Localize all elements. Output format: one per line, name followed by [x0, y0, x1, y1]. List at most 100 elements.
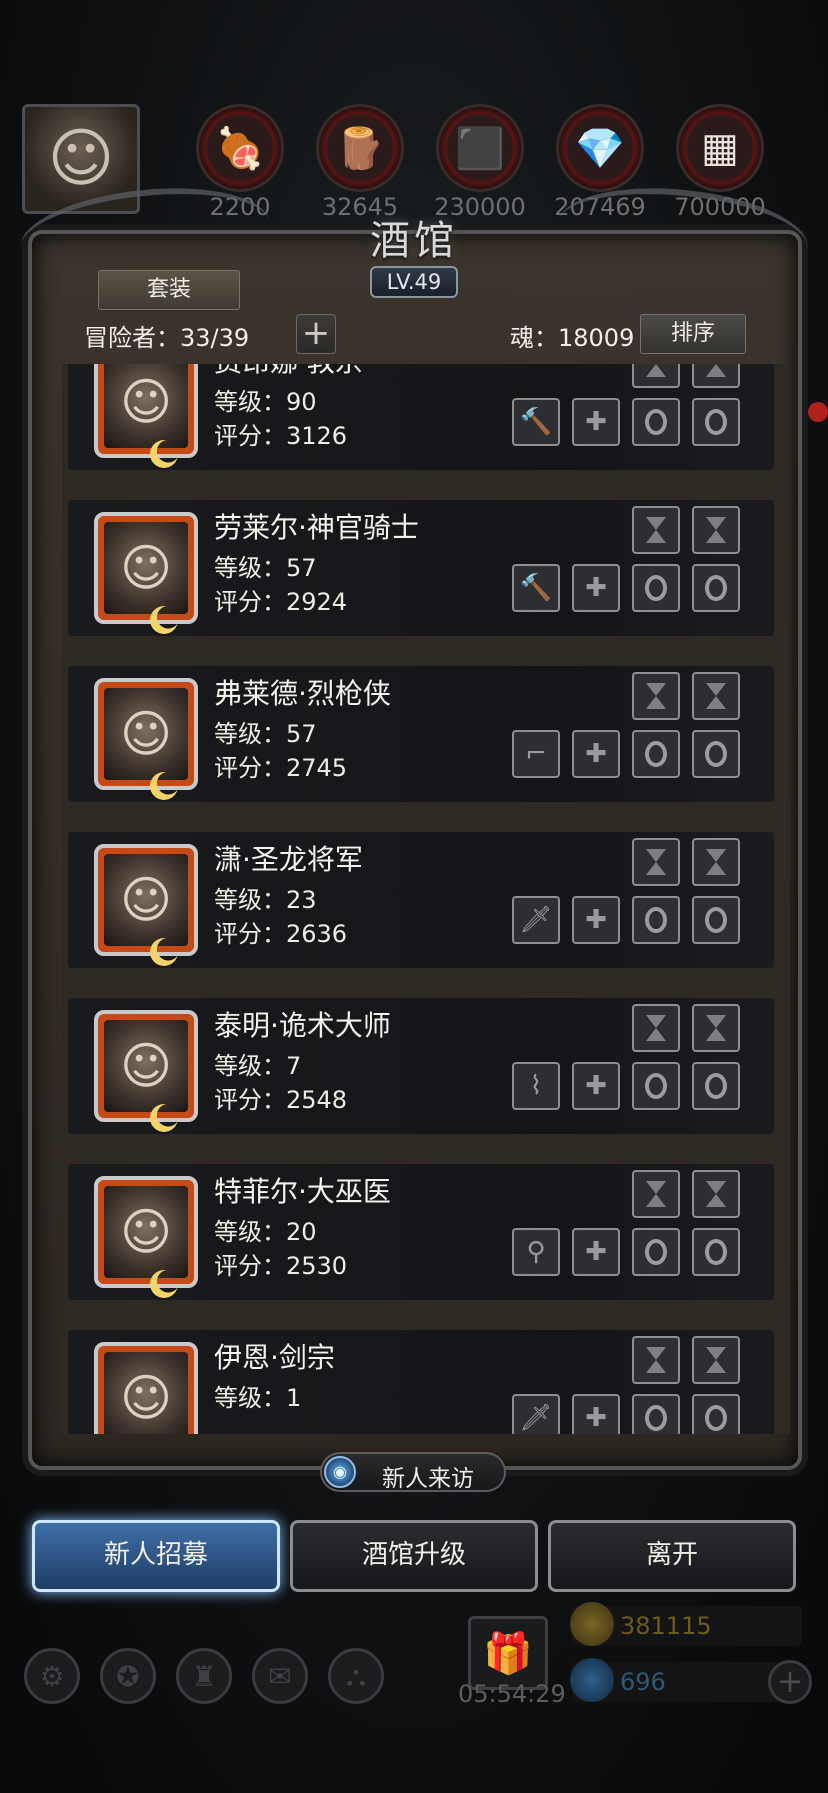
hourglass-slot-icon[interactable]: [692, 364, 740, 388]
hero-name: 潇·圣龙将军: [214, 843, 363, 876]
hero-level: 等级：57: [214, 720, 317, 748]
hourglass-slot-icon[interactable]: [692, 838, 740, 886]
hourglass-slot-icon[interactable]: [692, 506, 740, 554]
newcomer-visit-label: 新人来访: [382, 1466, 474, 1492]
leave-button[interactable]: 离开: [548, 1520, 796, 1592]
ring-slot-icon[interactable]: [692, 1062, 740, 1110]
hero-face-icon: ☺: [104, 522, 188, 614]
ring-slot-icon[interactable]: [632, 564, 680, 612]
sword-icon[interactable]: 🗡: [512, 1394, 560, 1434]
hero-list[interactable]: ☺费昂娜·教宗等级：90评分：3126🔨✚☺劳莱尔·神官骑士等级：57评分：29…: [62, 364, 790, 1434]
crystal-icon: 💎: [556, 104, 644, 192]
adventurer-count: 冒险者：33/39: [84, 324, 250, 352]
soul-counter: 魂：18009: [510, 324, 635, 352]
armor-slot-icon[interactable]: ✚: [572, 896, 620, 944]
hourglass-slot-icon[interactable]: [632, 506, 680, 554]
armor-slot-icon[interactable]: ✚: [572, 398, 620, 446]
hourglass-slot-icon[interactable]: [692, 1170, 740, 1218]
hourglass-slot-icon[interactable]: [692, 672, 740, 720]
hero-portrait[interactable]: ☺: [94, 512, 198, 634]
meat-icon: 🍖: [196, 104, 284, 192]
hammer-icon[interactable]: 🔨: [512, 398, 560, 446]
gem-amount: 696: [620, 1668, 666, 1696]
hero-portrait[interactable]: ☺: [94, 1176, 198, 1298]
ring-slot-icon[interactable]: [692, 730, 740, 778]
hero-face-icon: ☺: [104, 1186, 188, 1278]
sword-icon[interactable]: 🗡: [512, 896, 560, 944]
hero-score: 评分：2924: [214, 588, 348, 616]
upgrade-tavern-button[interactable]: 酒馆升级: [290, 1520, 538, 1592]
hero-face-icon: ☺: [104, 854, 188, 946]
hero-name: 劳莱尔·神官骑士: [214, 511, 419, 544]
hero-row[interactable]: ☺ 伊恩·剑宗 等级：1 🗡 ✚: [68, 1330, 774, 1434]
ring-slot-icon[interactable]: [692, 564, 740, 612]
armor-slot-icon[interactable]: ✚: [572, 564, 620, 612]
ring-slot-icon[interactable]: [692, 398, 740, 446]
ring-slot-icon[interactable]: [692, 1394, 740, 1434]
armor-slot-icon[interactable]: ✚: [572, 1228, 620, 1276]
hero-row[interactable]: ☺ 费昂娜·教宗等级：90 评分：3126 🔨✚: [68, 364, 774, 470]
ring-slot-icon[interactable]: [632, 730, 680, 778]
hero-level: 等级：7: [214, 1052, 302, 1080]
hero-level: 等级：1: [214, 1384, 302, 1412]
hammer-icon[interactable]: 🔨: [512, 564, 560, 612]
gold-display: 381115: [570, 1602, 802, 1646]
hourglass-slot-icon[interactable]: [632, 1004, 680, 1052]
gun-icon[interactable]: ⌐: [512, 730, 560, 778]
hero-level: 等级：90: [214, 388, 317, 416]
recruit-button[interactable]: 新人招募: [32, 1520, 280, 1592]
ring-slot-icon[interactable]: [632, 896, 680, 944]
hero-row[interactable]: ☺ 劳莱尔·神官骑士等级：57 评分：2924 🔨 ✚: [68, 500, 774, 636]
hero-face-icon: ☺: [104, 688, 188, 780]
set-button[interactable]: 套装: [98, 270, 240, 310]
expand-roster-button[interactable]: +: [296, 314, 336, 354]
hero-row[interactable]: ☺ 泰明·诡术大师 等级：7 评分：2548 ⌇ ✚: [68, 998, 774, 1134]
ring-slot-icon[interactable]: [692, 896, 740, 944]
tavern-level-badge: LV.49: [370, 266, 458, 298]
mail-icon: ✉: [252, 1648, 308, 1704]
hourglass-slot-icon[interactable]: [632, 672, 680, 720]
hero-portrait[interactable]: ☺: [94, 1342, 198, 1434]
castle-icon: ♜: [176, 1648, 232, 1704]
hero-portrait[interactable]: ☺: [94, 678, 198, 800]
armor-slot-icon[interactable]: ✚: [572, 730, 620, 778]
steel-icon: ▦: [676, 104, 764, 192]
armor-slot-icon[interactable]: ✚: [572, 1394, 620, 1434]
hourglass-slot-icon[interactable]: [632, 838, 680, 886]
ring-slot-icon[interactable]: [632, 398, 680, 446]
gem-icon: [570, 1658, 614, 1702]
armor-slot-icon[interactable]: ✚: [572, 1062, 620, 1110]
hourglass-slot-icon[interactable]: [632, 364, 680, 388]
ring-slot-icon[interactable]: [692, 1228, 740, 1276]
hourglass-slot-icon[interactable]: [632, 1170, 680, 1218]
hero-name: 泰明·诡术大师: [214, 1009, 391, 1042]
dagger-icon[interactable]: ⌇: [512, 1062, 560, 1110]
hero-score: 评分：2636: [214, 920, 348, 948]
dungeon-icon: ⛬: [328, 1648, 384, 1704]
hero-score: 评分：2745: [214, 754, 348, 782]
hero-row[interactable]: ☺ 潇·圣龙将军等级：23 评分：2636 🗡 ✚: [68, 832, 774, 968]
wood-icon: 🪵: [316, 104, 404, 192]
sort-button[interactable]: 排序: [640, 314, 746, 354]
hero-portrait[interactable]: ☺: [94, 844, 198, 966]
panel-title: 酒馆: [370, 218, 458, 264]
hero-portrait[interactable]: ☺: [94, 1010, 198, 1132]
gold-coin-icon: [570, 1602, 614, 1646]
hourglass-slot-icon[interactable]: [692, 1004, 740, 1052]
ring-slot-icon[interactable]: [632, 1394, 680, 1434]
ring-slot-icon[interactable]: [632, 1062, 680, 1110]
moon-badge-icon: [150, 1104, 178, 1132]
hero-level: 等级：57: [214, 554, 317, 582]
hero-level: 等级：23: [214, 886, 317, 914]
hero-face-icon: ☺: [104, 364, 188, 448]
hourglass-slot-icon[interactable]: [632, 1336, 680, 1384]
hourglass-slot-icon[interactable]: [692, 1336, 740, 1384]
hero-portrait[interactable]: ☺: [94, 364, 198, 468]
newcomer-visit-button[interactable]: ◉ 新人来访: [320, 1452, 506, 1492]
staff-icon[interactable]: ⚲: [512, 1228, 560, 1276]
ring-slot-icon[interactable]: [632, 1228, 680, 1276]
hero-row[interactable]: ☺ 特菲尔·大巫医 等级：20 评分：2530 ⚲ ✚: [68, 1164, 774, 1300]
hero-row[interactable]: ☺ 弗莱德·烈枪侠 等级：57 评分：2745 ⌐ ✚: [68, 666, 774, 802]
moon-badge-icon: [150, 938, 178, 966]
moon-badge-icon: [150, 772, 178, 800]
